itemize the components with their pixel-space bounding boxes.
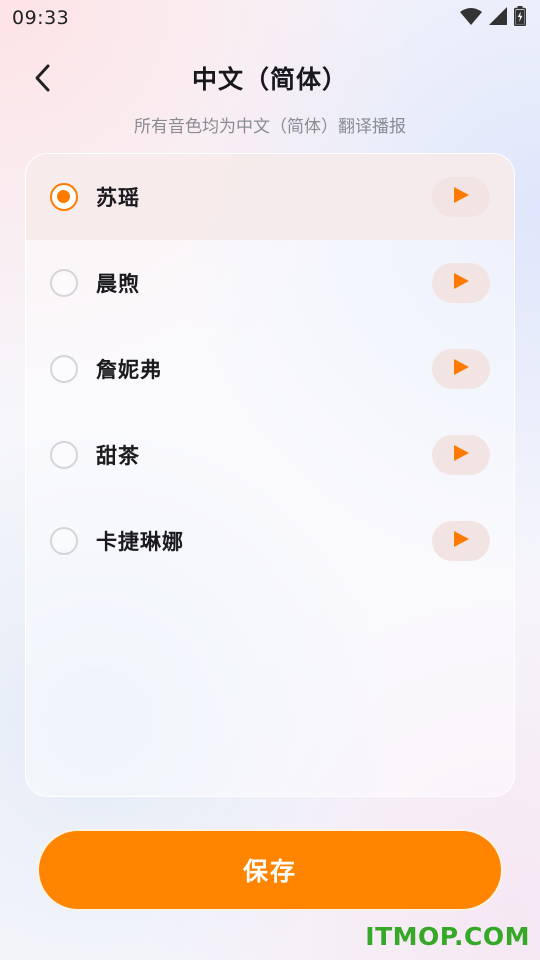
play-preview-button[interactable] [432,435,490,475]
radio-button[interactable] [50,355,78,383]
voice-list-card: 苏瑶 晨煦 詹妮弗 甜茶 卡捷琳娜 [25,153,515,797]
play-icon [452,358,470,380]
save-button-label: 保存 [242,857,297,886]
play-preview-button[interactable] [432,521,490,561]
voice-name: 晨煦 [96,272,140,296]
radio-button[interactable] [50,269,78,297]
status-time: 09:33 [12,7,70,29]
radio-button-selected[interactable] [50,183,78,211]
signal-icon [489,7,507,29]
status-icons [460,6,526,30]
play-icon [452,444,470,466]
save-button[interactable]: 保存 [37,829,503,911]
voice-option-katerina[interactable]: 卡捷琳娜 [26,498,514,584]
wifi-icon [460,7,482,29]
voice-name: 甜茶 [96,444,140,468]
page-title: 中文（简体） [191,65,348,94]
radio-button[interactable] [50,441,78,469]
voice-option-tiancha[interactable]: 甜茶 [26,412,514,498]
voice-name: 詹妮弗 [96,358,162,382]
voice-name: 苏瑶 [96,186,140,210]
voice-option-jennifer[interactable]: 詹妮弗 [26,326,514,412]
play-preview-button[interactable] [432,177,490,217]
voice-option-suyao[interactable]: 苏瑶 [26,154,514,240]
watermark: ITMOP.COM [365,922,530,951]
play-icon [452,530,470,552]
status-bar: 09:33 [0,0,540,36]
battery-icon [514,6,526,30]
voice-name: 卡捷琳娜 [96,530,184,554]
play-icon [452,272,470,294]
radio-button[interactable] [50,527,78,555]
header: 中文（简体） [0,56,540,104]
voice-option-chenxu[interactable]: 晨煦 [26,240,514,326]
play-preview-button[interactable] [432,349,490,389]
play-preview-button[interactable] [432,263,490,303]
play-icon [452,186,470,208]
page-subtitle: 所有音色均为中文（简体）翻译播报 [134,117,406,137]
